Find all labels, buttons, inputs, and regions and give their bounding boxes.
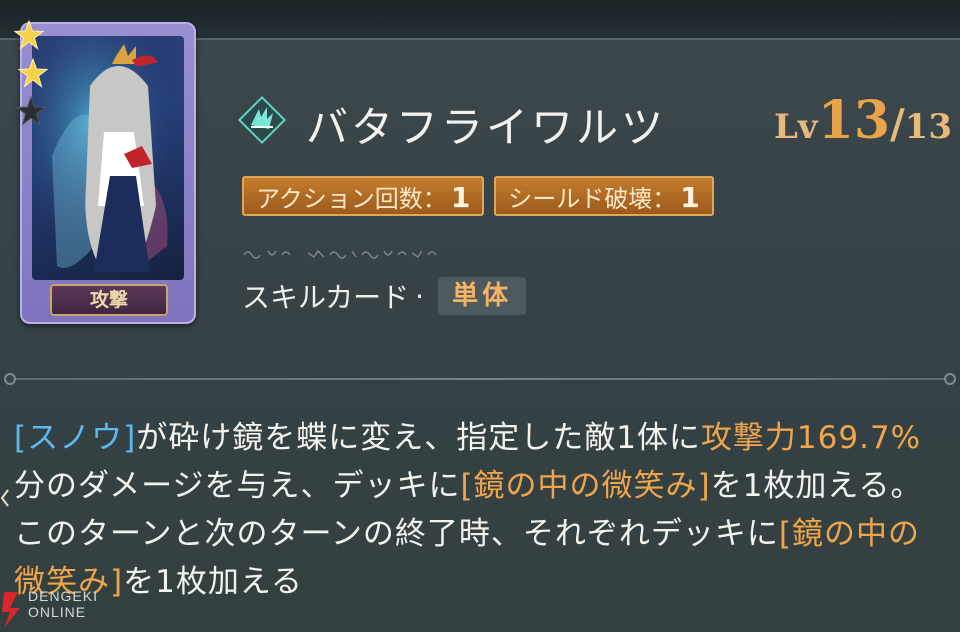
skill-tags: アクション回数： 1 シールド破壊： 1	[242, 176, 714, 216]
card-category-label: 攻撃	[50, 284, 168, 316]
card-type-separator: ·	[415, 279, 425, 313]
tag-label: アクション回数：	[256, 185, 447, 213]
level-current: 13	[817, 90, 891, 151]
skill-name: バタフライワルツ	[306, 103, 667, 152]
description-text: が砕け鏡を蝶に変え、指定した敵1体に	[136, 420, 701, 456]
star-unlit-icon	[16, 96, 46, 126]
watermark-line1: DENGEKI	[28, 588, 99, 604]
description-card-link[interactable]: [鏡の中の微笑み]	[460, 468, 710, 504]
target-badge: 単体	[438, 277, 527, 315]
description-character-link[interactable]: [スノウ]	[14, 420, 136, 456]
divider-dot	[4, 373, 16, 385]
tag-label: シールド破壊：	[508, 185, 677, 213]
tag-value: 1	[450, 181, 471, 214]
tag-action-count: アクション回数： 1	[242, 176, 485, 216]
star-lit-icon	[18, 58, 48, 88]
tag-shield-break: シールド破壊： 1	[494, 176, 714, 216]
level-prefix: Lv	[774, 107, 818, 147]
decorative-script	[243, 249, 437, 259]
skill-description: [スノウ]が砕け鏡を蝶に変え、指定した敵1体に攻撃力169.7% 分のダメージを与…	[14, 414, 944, 606]
watermark-line2: ONLINE	[28, 604, 87, 620]
card-type-label: スキルカード	[242, 281, 410, 314]
section-divider	[8, 378, 952, 380]
character-art	[32, 36, 184, 280]
star-lit-icon	[14, 20, 44, 50]
divider-dot	[944, 373, 956, 385]
description-text: 分のダメージを与え、デッキに	[14, 468, 461, 504]
skill-level: Lv13/13	[774, 90, 952, 151]
level-max: 13	[904, 107, 952, 147]
description-highlight: 攻撃力169.7%	[700, 420, 922, 456]
left-edge-arrow-icon[interactable]	[0, 488, 10, 508]
tag-value: 1	[680, 181, 700, 214]
level-separator: /	[890, 101, 905, 148]
description-text: を1枚加える	[123, 564, 303, 600]
skill-wing-icon	[237, 95, 287, 145]
card-type-row: スキルカード · 単体	[242, 276, 527, 316]
